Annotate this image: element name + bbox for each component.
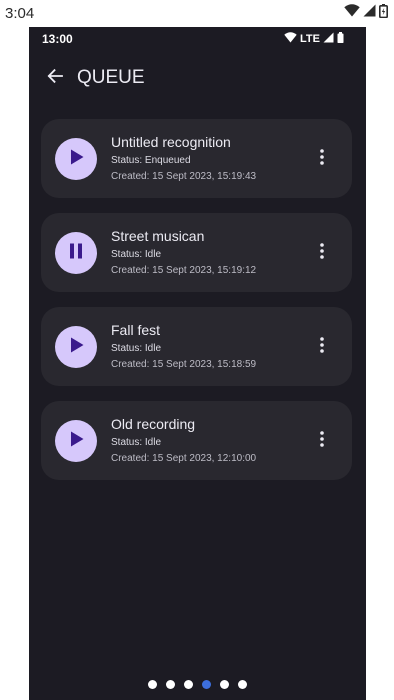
more-vert-icon xyxy=(320,148,324,170)
queue-item[interactable]: Street musican Status: Idle Created: 15 … xyxy=(41,213,352,292)
page-dot[interactable] xyxy=(220,679,229,689)
signal-icon xyxy=(323,30,334,48)
queue-item-title: Untitled recognition xyxy=(111,134,231,150)
play-button[interactable] xyxy=(55,326,97,368)
queue-item-created: Created: 15 Sept 2023, 15:19:43 xyxy=(111,171,257,182)
page-dot[interactable] xyxy=(238,679,247,689)
queue-item-title: Street musican xyxy=(111,228,205,244)
queue-item-details: Old recording Status: Idle Created: 15 S… xyxy=(111,416,301,465)
more-vert-icon xyxy=(320,242,324,264)
page-dot-active[interactable] xyxy=(202,679,211,689)
page-indicator xyxy=(29,678,366,690)
network-label: LTE xyxy=(300,33,320,45)
queue-item-status: Status: Idle xyxy=(111,249,162,260)
queue-item-details: Fall fest Status: Idle Created: 15 Sept … xyxy=(111,322,301,371)
play-icon xyxy=(66,429,86,454)
queue-item-created: Created: 15 Sept 2023, 15:19:12 xyxy=(111,265,257,276)
outer-status-bar: 3:04 xyxy=(0,0,394,26)
queue-item-details: Untitled recognition Status: Enqueued Cr… xyxy=(111,134,301,183)
status-bar: 13:00 LTE xyxy=(29,27,366,51)
outer-status-time: 3:04 xyxy=(5,5,35,22)
queue-item[interactable]: Old recording Status: Idle Created: 15 S… xyxy=(41,401,352,480)
queue-item-created: Created: 15 Sept 2023, 12:10:00 xyxy=(111,453,257,464)
page-dot[interactable] xyxy=(166,679,175,689)
status-time: 13:00 xyxy=(42,32,73,46)
top-app-bar: QUEUE xyxy=(29,55,366,101)
more-options-button[interactable] xyxy=(312,241,332,265)
queue-item-status: Status: Idle xyxy=(111,437,162,448)
back-button[interactable] xyxy=(41,64,69,92)
status-icons: LTE xyxy=(284,32,344,46)
more-options-button[interactable] xyxy=(312,147,332,171)
play-icon xyxy=(66,335,86,360)
battery-icon xyxy=(379,3,389,23)
queue-item-details: Street musican Status: Idle Created: 15 … xyxy=(111,228,301,277)
app-screen: 13:00 LTE QUEUE Untitled recognition Sta… xyxy=(29,27,366,700)
queue-item[interactable]: Fall fest Status: Idle Created: 15 Sept … xyxy=(41,307,352,386)
battery-icon xyxy=(337,30,344,48)
more-options-button[interactable] xyxy=(312,335,332,359)
play-icon xyxy=(66,147,86,172)
arrow-back-icon xyxy=(46,67,64,90)
queue-item-title: Fall fest xyxy=(111,322,161,338)
wifi-icon xyxy=(284,30,297,48)
page-dot[interactable] xyxy=(148,679,157,689)
more-vert-icon xyxy=(320,336,324,358)
queue-item[interactable]: Untitled recognition Status: Enqueued Cr… xyxy=(41,119,352,198)
queue-item-created: Created: 15 Sept 2023, 15:18:59 xyxy=(111,359,257,370)
queue-list: Untitled recognition Status: Enqueued Cr… xyxy=(41,119,352,495)
more-vert-icon xyxy=(320,430,324,452)
queue-item-status: Status: Enqueued xyxy=(111,155,191,166)
page-dot[interactable] xyxy=(184,679,193,689)
outer-status-icons xyxy=(344,3,389,23)
play-button[interactable] xyxy=(55,420,97,462)
wifi-icon xyxy=(344,4,360,22)
play-button[interactable] xyxy=(55,138,97,180)
page-title: QUEUE xyxy=(77,67,145,88)
queue-item-title: Old recording xyxy=(111,416,196,432)
more-options-button[interactable] xyxy=(312,429,332,453)
signal-icon xyxy=(363,4,376,22)
pause-icon xyxy=(66,241,86,266)
pause-button[interactable] xyxy=(55,232,97,274)
queue-item-status: Status: Idle xyxy=(111,343,162,354)
